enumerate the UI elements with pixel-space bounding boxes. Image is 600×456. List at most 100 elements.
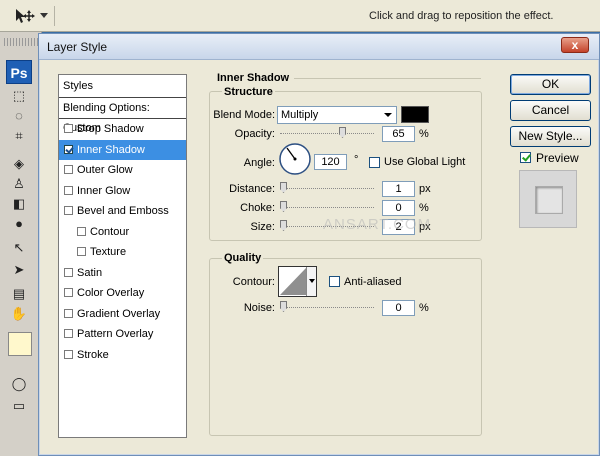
close-button[interactable]: x [561, 37, 589, 53]
anti-aliased-label: Anti-aliased [344, 276, 402, 288]
style-item-checkbox[interactable] [77, 226, 86, 236]
blend-mode-label: Blend Mode: [213, 109, 275, 121]
style-item-color-overlay[interactable]: Color Overlay [59, 283, 186, 304]
shadow-color-swatch[interactable] [401, 106, 429, 123]
distance-slider[interactable] [280, 182, 374, 193]
hand-tool-icon[interactable]: ✋ [10, 306, 28, 322]
choke-unit: % [419, 202, 429, 214]
style-item-checkbox[interactable] [64, 124, 73, 133]
contour-dropdown-button[interactable] [306, 267, 316, 296]
photoshop-logo[interactable]: Ps [6, 60, 32, 84]
dialog-title: Layer Style [47, 40, 108, 54]
style-item-label: Inner Glow [77, 184, 131, 197]
use-global-light-checkbox[interactable] [369, 157, 380, 168]
opacity-unit: % [419, 128, 429, 140]
lasso-tool-icon[interactable]: ◌ [10, 108, 28, 124]
contour-curve-icon [280, 268, 306, 295]
size-slider-thumb[interactable] [280, 220, 287, 231]
style-item-texture[interactable]: Texture [59, 242, 186, 263]
ok-button[interactable]: OK [510, 74, 591, 95]
styles-header[interactable]: Styles [59, 75, 186, 98]
options-hint: Click and drag to reposition the effect. [369, 10, 554, 22]
style-item-label: Contour [90, 225, 130, 238]
opacity-input[interactable]: 65 [382, 126, 415, 142]
dialog-titlebar[interactable]: Layer Style x [39, 34, 599, 60]
tool-preset-dropdown-icon[interactable] [40, 13, 48, 18]
chevron-down-icon [384, 113, 392, 117]
angle-label: Angle: [243, 157, 275, 169]
style-item-stroke[interactable]: Stroke [59, 345, 186, 366]
layer-style-dialog: Layer Style x Styles Blending Options: C… [38, 33, 600, 456]
style-item-checkbox[interactable] [64, 329, 73, 338]
opacity-slider[interactable] [280, 127, 374, 138]
noise-slider[interactable] [280, 301, 374, 312]
blending-options-item[interactable]: Blending Options: Custom [59, 98, 186, 134]
style-item-pattern-overlay[interactable]: Pattern Overlay [59, 324, 186, 345]
path-select-tool-icon[interactable]: ↖ [10, 240, 28, 256]
distance-slider-thumb[interactable] [280, 182, 287, 193]
style-item-checkbox[interactable] [64, 267, 73, 277]
crop-tool-icon[interactable]: ⌗ [10, 128, 28, 144]
contour-label: Contour: [232, 276, 275, 288]
toolbox: Ps ⬚ ◌ ⌗ ◈ ♙ ◧ ● ↖ ➤ ▤ ✋ ◯ ▭ [0, 32, 42, 456]
style-item-checkbox[interactable] [64, 185, 73, 195]
cancel-button[interactable]: Cancel [510, 100, 591, 121]
opacity-slider-thumb[interactable] [339, 127, 346, 138]
screen-mode-icon[interactable]: ▭ [10, 398, 28, 414]
style-item-outer-glow[interactable]: Outer Glow [59, 160, 186, 181]
style-item-inner-shadow[interactable]: Inner Shadow [59, 139, 186, 160]
style-item-bevel-and-emboss[interactable]: Bevel and Emboss [59, 201, 186, 222]
noise-unit: % [419, 302, 429, 314]
preview-checkbox[interactable] [520, 152, 531, 163]
style-item-checkbox[interactable] [64, 206, 73, 215]
style-item-gradient-overlay[interactable]: Gradient Overlay [59, 304, 186, 325]
choke-slider-track [280, 207, 374, 208]
distance-unit: px [419, 183, 431, 195]
choke-input[interactable]: 0 [382, 200, 415, 216]
move-tool-icon[interactable] [14, 8, 36, 24]
style-item-satin[interactable]: Satin [59, 263, 186, 284]
style-item-drop-shadow[interactable]: Drop Shadow [59, 119, 186, 140]
choke-slider-thumb[interactable] [280, 201, 287, 212]
distance-label: Distance: [229, 183, 275, 195]
angle-dial-icon[interactable] [278, 142, 312, 176]
contour-picker[interactable] [278, 266, 317, 297]
noise-slider-thumb[interactable] [280, 301, 287, 312]
eraser-tool-icon[interactable]: ◧ [10, 196, 28, 212]
anti-aliased-checkbox[interactable] [329, 276, 340, 287]
blur-tool-icon[interactable]: ● [10, 216, 28, 232]
style-item-inner-glow[interactable]: Inner Glow [59, 181, 186, 202]
style-item-checkbox[interactable] [64, 288, 73, 297]
style-item-label: Outer Glow [77, 164, 133, 176]
style-item-checkbox[interactable] [77, 247, 86, 256]
inner-shadow-title: Inner Shadow [215, 72, 292, 84]
toolbox-grip[interactable] [4, 38, 38, 46]
foreground-color-swatch[interactable] [8, 332, 32, 356]
noise-slider-track [280, 307, 374, 308]
direct-select-tool-icon[interactable]: ➤ [10, 262, 28, 278]
style-item-label: Stroke [77, 348, 109, 361]
style-item-contour[interactable]: Contour [59, 222, 186, 243]
preview-label: Preview [536, 151, 579, 165]
opacity-slider-track [280, 133, 374, 134]
stamp-tool-icon[interactable]: ♙ [10, 176, 28, 192]
quick-mask-icon[interactable]: ◯ [10, 376, 28, 392]
style-item-checkbox[interactable] [64, 165, 73, 174]
choke-slider[interactable] [280, 201, 374, 212]
new-style-button[interactable]: New Style... [510, 126, 591, 147]
style-item-label: Texture [90, 246, 127, 258]
style-item-checkbox[interactable] [64, 349, 73, 359]
noise-input[interactable]: 0 [382, 300, 415, 316]
chevron-down-icon [309, 279, 315, 283]
size-label: Size: [250, 221, 275, 233]
angle-input[interactable]: 120 [314, 154, 347, 170]
healing-tool-icon[interactable]: ◈ [10, 156, 28, 172]
marquee-tool-icon[interactable]: ⬚ [10, 88, 28, 104]
notes-tool-icon[interactable]: ▤ [10, 286, 28, 302]
style-item-checkbox[interactable] [64, 308, 73, 318]
distance-input[interactable]: 1 [382, 181, 415, 197]
style-item-checkbox[interactable] [64, 144, 73, 154]
blend-mode-select[interactable]: Multiply [277, 106, 397, 124]
style-item-label: Drop Shadow [77, 123, 144, 135]
blend-mode-value: Multiply [281, 109, 319, 121]
